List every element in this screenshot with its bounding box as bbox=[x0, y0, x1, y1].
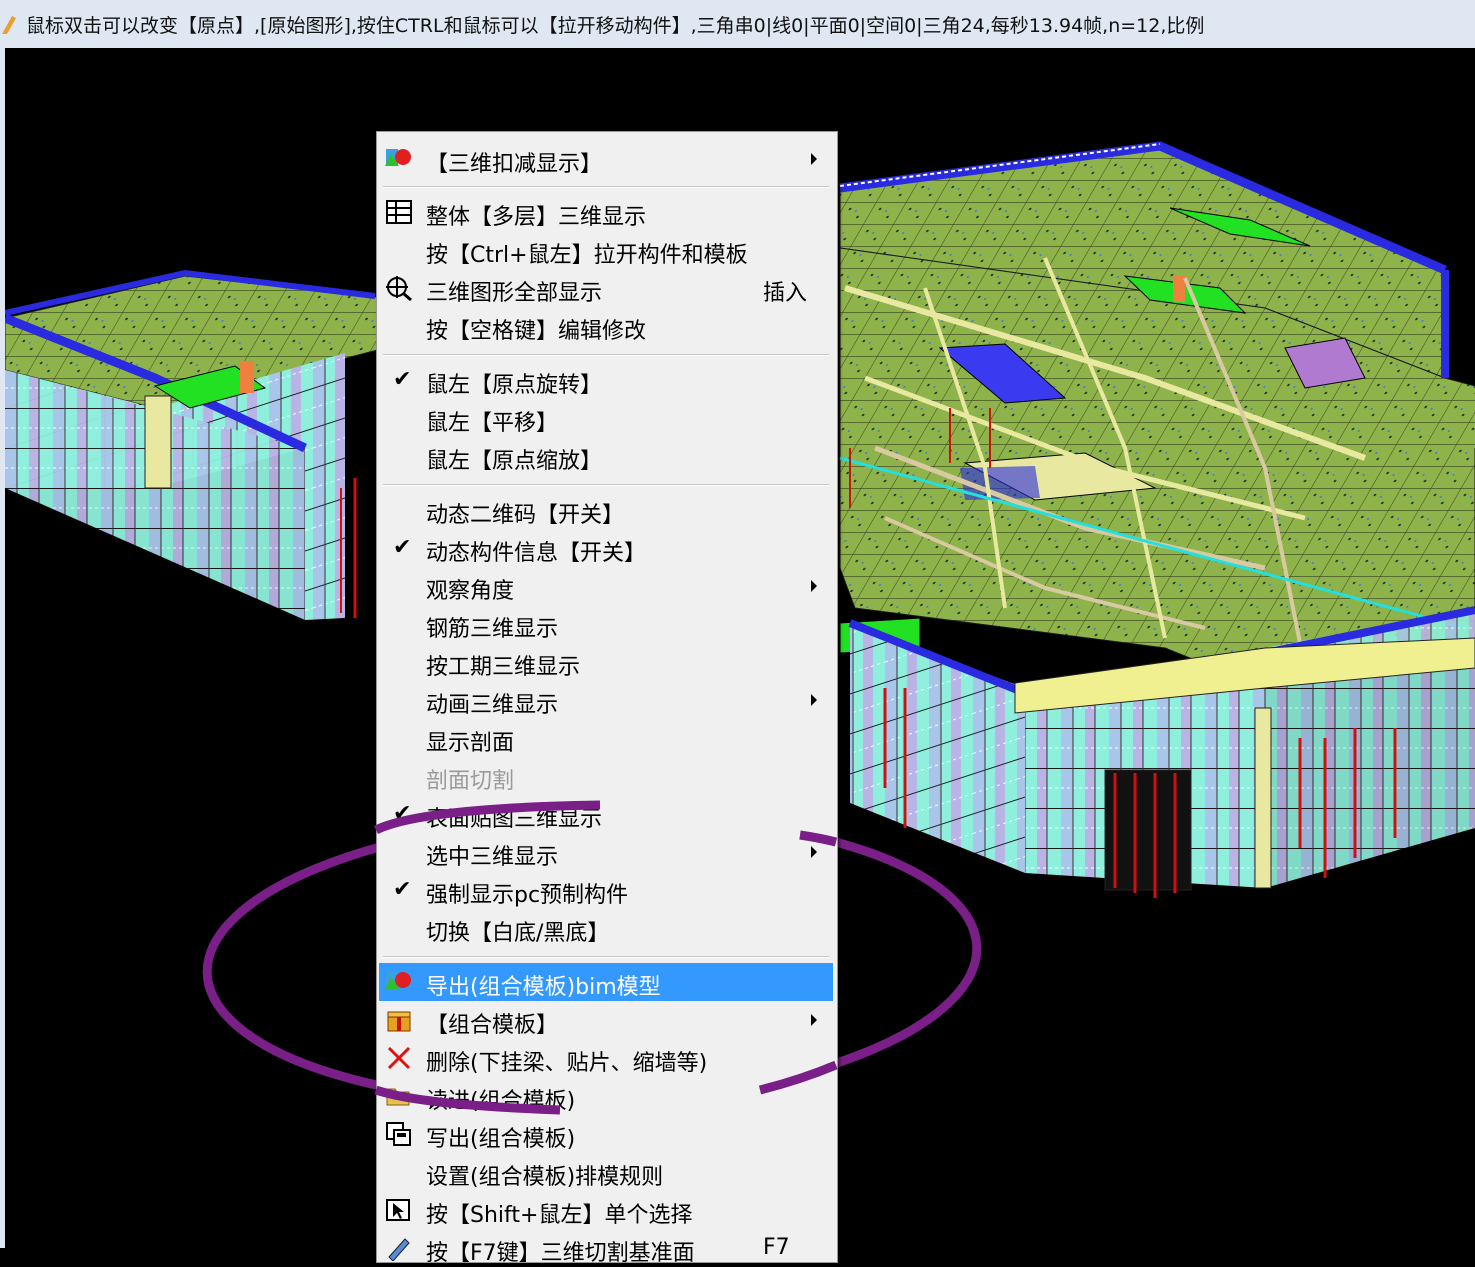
menu-item-label: 读进(组合模板) bbox=[426, 1089, 576, 1114]
menu-item[interactable]: 【三维扣减显示】 bbox=[379, 140, 833, 178]
red-x-icon bbox=[385, 1045, 413, 1071]
menu-separator bbox=[383, 484, 829, 486]
menu-item[interactable]: 鼠左【原点缩放】 bbox=[379, 437, 833, 475]
menu-item-label: 钢筋三维显示 bbox=[426, 617, 559, 642]
menu-item-label: 写出(组合模板) bbox=[426, 1127, 576, 1152]
menu-item[interactable]: 按【空格键】编辑修改 bbox=[379, 307, 833, 345]
colored-shapes-icon bbox=[385, 146, 413, 172]
menu-item[interactable]: 【组合模板】 bbox=[379, 1001, 833, 1039]
menu-separator bbox=[383, 956, 829, 958]
menu-item[interactable]: 写出(组合模板) bbox=[379, 1115, 833, 1153]
menu-item[interactable]: 按【Shift+鼠左】单个选择 bbox=[379, 1191, 833, 1229]
menu-item-label: 切换【白底/黑底】 bbox=[426, 921, 610, 946]
menu-separator bbox=[383, 354, 829, 356]
menu-item[interactable]: 删除(下挂梁、贴片、缩墙等) bbox=[379, 1039, 833, 1077]
zoom-target-icon bbox=[385, 275, 413, 302]
menu-item-label: 表面贴图三维显示 bbox=[426, 807, 603, 832]
menu-item-shortcut: 插入 bbox=[763, 281, 808, 306]
menu-item: 剖面切割 bbox=[379, 757, 833, 795]
menu-item[interactable]: 按【Ctrl+鼠左】拉开构件和模板 bbox=[379, 231, 833, 269]
menu-item-label: 【组合模板】 bbox=[426, 1013, 559, 1038]
menu-item-label: 动画三维显示 bbox=[426, 693, 559, 718]
app-icon bbox=[2, 16, 16, 34]
menu-item-label: 【三维扣减显示】 bbox=[426, 152, 603, 177]
cursor-select-icon bbox=[385, 1197, 413, 1223]
menu-item-label: 三维图形全部显示 bbox=[426, 281, 603, 306]
menu-item[interactable]: 读进(组合模板) bbox=[379, 1077, 833, 1115]
menu-item-label: 强制显示pc预制构件 bbox=[426, 883, 629, 908]
save-copy-icon bbox=[385, 1121, 413, 1147]
menu-item[interactable]: ✔ 动态构件信息【开关】 bbox=[379, 529, 833, 567]
title-bar: 鼠标双击可以改变【原点】,[原始图形],按住CTRL和鼠标可以【拉开移动构件】,… bbox=[0, 0, 1475, 49]
folder-open-icon bbox=[385, 1083, 413, 1109]
menu-item-label: 鼠左【平移】 bbox=[426, 411, 559, 436]
checkmark-icon: ✔ bbox=[393, 367, 412, 392]
menu-item-label: 导出(组合模板)bim模型 bbox=[426, 975, 661, 1000]
submenu-arrow-icon bbox=[811, 153, 817, 165]
menu-item-label: 显示剖面 bbox=[426, 731, 515, 756]
menu-item[interactable]: 按工期三维显示 bbox=[379, 643, 833, 681]
menu-item[interactable]: ✔ 鼠左【原点旋转】 bbox=[379, 361, 833, 399]
gift-box-icon bbox=[385, 1007, 413, 1033]
checkmark-icon: ✔ bbox=[393, 535, 412, 560]
left-block-door bbox=[144, 395, 172, 489]
menu-item-label: 动态构件信息【开关】 bbox=[426, 541, 647, 566]
menu-item[interactable]: 三维图形全部显示 插入 bbox=[379, 269, 833, 307]
menu-separator bbox=[383, 186, 829, 188]
window-title: 鼠标双击可以改变【原点】,[原始图形],按住CTRL和鼠标可以【拉开移动构件】,… bbox=[26, 15, 1205, 37]
menu-item[interactable]: 显示剖面 bbox=[379, 719, 833, 757]
colored-shapes-icon bbox=[385, 969, 413, 995]
menu-item[interactable]: 导出(组合模板)bim模型 bbox=[379, 963, 833, 1001]
menu-item-label: 按【F7键】三维切割基准面 bbox=[426, 1241, 695, 1266]
menu-item-label: 观察角度 bbox=[426, 579, 515, 604]
menu-item-label: 设置(组合模板)排模规则 bbox=[426, 1165, 664, 1190]
menu-item[interactable]: 切换【白底/黑底】 bbox=[379, 909, 833, 947]
submenu-arrow-icon bbox=[811, 580, 817, 592]
pencil-cut-icon bbox=[385, 1235, 413, 1262]
menu-item[interactable]: 选中三维显示 bbox=[379, 833, 833, 871]
menu-item-label: 删除(下挂梁、贴片、缩墙等) bbox=[426, 1051, 708, 1076]
context-menu[interactable]: 【三维扣减显示】整体【多层】三维显示按【Ctrl+鼠左】拉开构件和模板 三维图形全… bbox=[376, 131, 838, 1266]
menu-item-label: 鼠左【原点缩放】 bbox=[426, 449, 603, 474]
menu-item[interactable]: 观察角度 bbox=[379, 567, 833, 605]
right-door-opening bbox=[1104, 769, 1192, 891]
menu-item[interactable]: 动态二维码【开关】 bbox=[379, 491, 833, 529]
menu-item-label: 整体【多层】三维显示 bbox=[426, 205, 647, 230]
checkmark-icon: ✔ bbox=[393, 877, 412, 902]
menu-item[interactable]: 整体【多层】三维显示 bbox=[379, 193, 833, 231]
submenu-arrow-icon bbox=[811, 694, 817, 706]
table-grid-icon bbox=[385, 199, 413, 225]
left-block-opening-post bbox=[240, 361, 254, 393]
menu-item-label: 按工期三维显示 bbox=[426, 655, 581, 680]
menu-item-label: 按【空格键】编辑修改 bbox=[426, 319, 647, 344]
menu-item[interactable]: ✔ 强制显示pc预制构件 bbox=[379, 871, 833, 909]
menu-item[interactable]: ✔ 表面贴图三维显示 bbox=[379, 795, 833, 833]
menu-item[interactable]: 按【F7键】三维切割基准面 F7 bbox=[379, 1229, 833, 1267]
checkmark-icon: ✔ bbox=[393, 801, 412, 826]
menu-item[interactable]: 设置(组合模板)排模规则 bbox=[379, 1153, 833, 1191]
menu-item-label: 动态二维码【开关】 bbox=[426, 503, 625, 528]
menu-item-label: 选中三维显示 bbox=[426, 845, 559, 870]
menu-item[interactable]: 钢筋三维显示 bbox=[379, 605, 833, 643]
menu-item-label: 鼠左【原点旋转】 bbox=[426, 373, 603, 398]
menu-item-label: 剖面切割 bbox=[426, 769, 515, 794]
menu-item[interactable]: 动画三维显示 bbox=[379, 681, 833, 719]
submenu-arrow-icon bbox=[811, 846, 817, 858]
menu-item-label: 按【Ctrl+鼠左】拉开构件和模板 bbox=[426, 243, 748, 268]
menu-item[interactable]: 鼠左【平移】 bbox=[379, 399, 833, 437]
menu-item-label: 按【Shift+鼠左】单个选择 bbox=[426, 1203, 693, 1228]
submenu-arrow-icon bbox=[811, 1014, 817, 1026]
